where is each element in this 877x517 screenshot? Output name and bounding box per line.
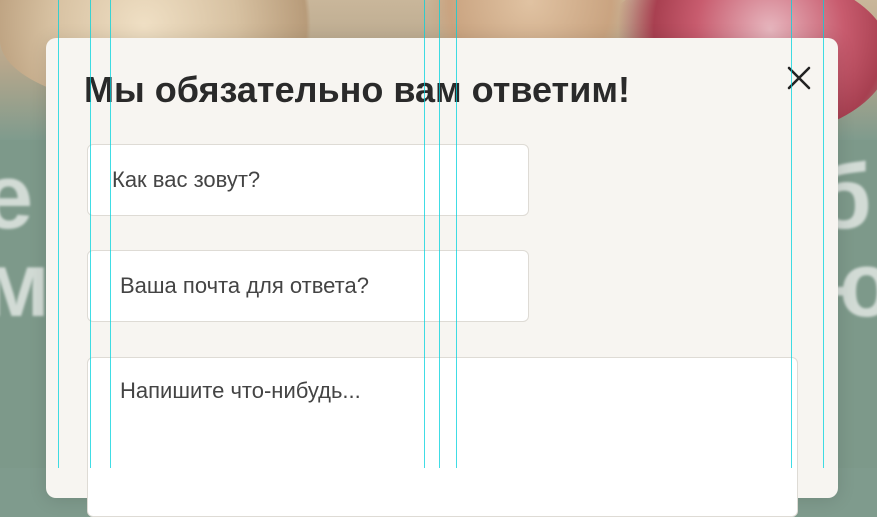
close-icon bbox=[779, 58, 819, 98]
contact-modal: Мы обязательно вам ответим! bbox=[46, 38, 838, 517]
close-button[interactable] bbox=[779, 58, 819, 98]
name-input[interactable] bbox=[87, 144, 529, 216]
modal-title: Мы обязательно вам ответим! bbox=[84, 69, 630, 110]
message-textarea[interactable] bbox=[87, 357, 798, 517]
email-input[interactable] bbox=[87, 250, 529, 322]
background-headline-fragment: е bbox=[0, 146, 35, 248]
background-headline-fragment: м bbox=[0, 234, 52, 336]
